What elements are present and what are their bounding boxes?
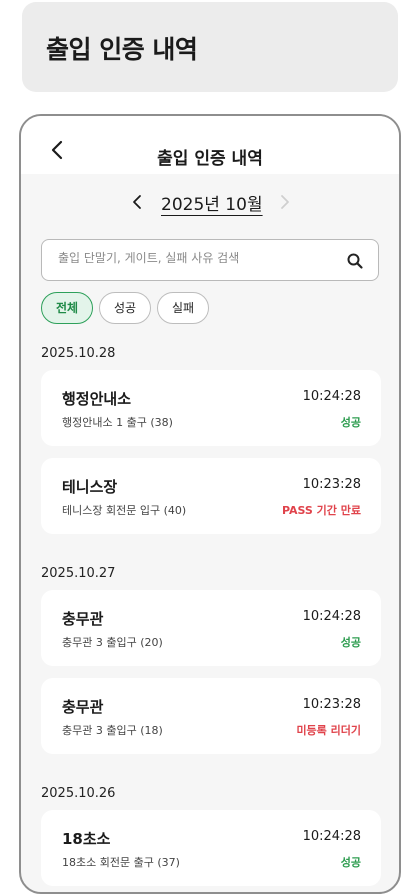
- record-time: 10:23:28: [302, 477, 361, 492]
- date-header: 2025.10.26: [41, 786, 116, 801]
- current-month-label[interactable]: 2025년 10월: [161, 190, 263, 215]
- search-input[interactable]: [58, 251, 328, 265]
- status-badge: 성공: [340, 636, 361, 649]
- header-title: 출입 인증 내역: [157, 149, 263, 169]
- gate-detail: 테니스장 회전문 입구 (40): [62, 504, 187, 517]
- record-time: 10:23:28: [302, 697, 361, 712]
- gate-detail: 18초소 회전문 출구 (37): [62, 856, 180, 869]
- gate-detail: 행정안내소 1 출구 (38): [62, 416, 173, 429]
- status-badge: PASS 기간 만료: [281, 504, 361, 517]
- app-header: 출입 인증 내역: [21, 116, 399, 174]
- location-name: 행정안내소: [62, 390, 132, 408]
- filter-chip-success[interactable]: 성공: [99, 292, 151, 324]
- location-name: 충무관: [62, 610, 104, 628]
- page-title-card: 출입 인증 내역: [22, 2, 398, 92]
- record-time: 10:24:28: [302, 609, 361, 624]
- date-header: 2025.10.27: [41, 566, 116, 581]
- record-time: 10:24:28: [302, 389, 361, 404]
- record-time: 10:24:28: [302, 829, 361, 844]
- month-selector: 2025년 10월: [21, 186, 399, 216]
- location-name: 18초소: [62, 830, 111, 848]
- next-month-chevron-icon[interactable]: [277, 192, 293, 212]
- location-name: 충무관: [62, 698, 104, 716]
- record-card[interactable]: 행정안내소 행정안내소 1 출구 (38) 10:24:28 성공: [41, 370, 381, 446]
- phone-frame: 출입 인증 내역 2025년 10월 전체 성공 실패 2025.10.28 행…: [19, 114, 401, 894]
- date-header: 2025.10.28: [41, 346, 116, 361]
- search-icon[interactable]: [346, 252, 364, 270]
- location-name: 테니스장: [62, 478, 118, 496]
- record-card[interactable]: 테니스장 테니스장 회전문 입구 (40) 10:23:28 PASS 기간 만…: [41, 458, 381, 534]
- gate-detail: 충무관 3 출입구 (18): [62, 724, 163, 737]
- record-card[interactable]: 충무관 충무관 3 출입구 (20) 10:24:28 성공: [41, 590, 381, 666]
- page-title: 출입 인증 내역: [46, 35, 198, 64]
- status-badge: 성공: [340, 416, 361, 429]
- filter-chip-all[interactable]: 전체: [41, 292, 93, 324]
- search-box: [41, 239, 379, 281]
- status-badge: 성공: [340, 856, 361, 869]
- record-card[interactable]: 충무관 충무관 3 출입구 (18) 10:23:28 미등록 리더기: [41, 678, 381, 754]
- gate-detail: 충무관 3 출입구 (20): [62, 636, 163, 649]
- prev-month-chevron-icon[interactable]: [129, 192, 145, 212]
- filter-chip-fail[interactable]: 실패: [157, 292, 209, 324]
- status-badge: 미등록 리더기: [296, 724, 361, 737]
